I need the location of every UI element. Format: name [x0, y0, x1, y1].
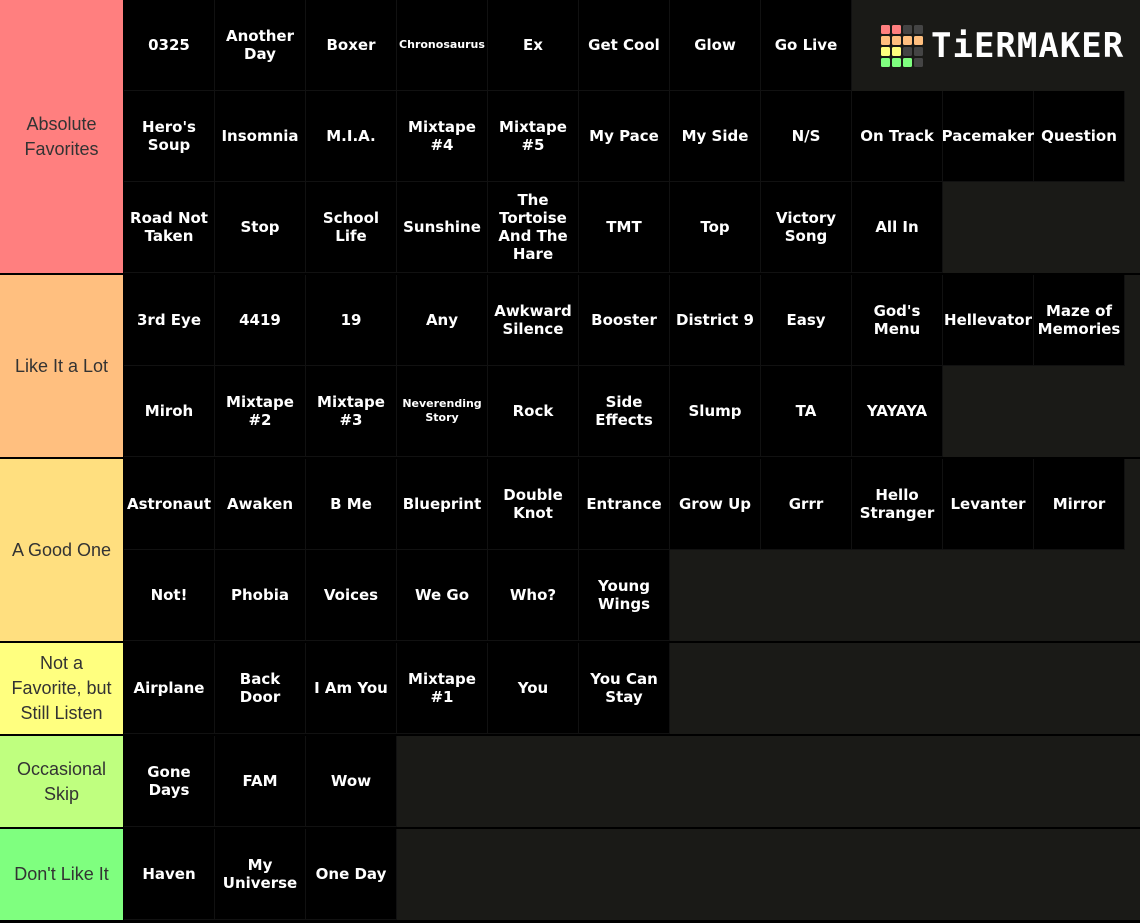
tier-item[interactable]: Blueprint: [397, 459, 488, 550]
tier-item[interactable]: Sunshine: [397, 182, 488, 273]
tier-label[interactable]: Like It a Lot: [0, 275, 124, 457]
tier-item[interactable]: Question: [1034, 91, 1125, 182]
tier-item[interactable]: Haven: [124, 829, 215, 920]
tier-item[interactable]: Entrance: [579, 459, 670, 550]
tier-item[interactable]: 19: [306, 275, 397, 366]
tier-item[interactable]: TMT: [579, 182, 670, 273]
tier-item[interactable]: Another Day: [215, 0, 306, 91]
tier-item[interactable]: Any: [397, 275, 488, 366]
tier-label[interactable]: A Good One: [0, 459, 124, 641]
tier-item[interactable]: You: [488, 643, 579, 734]
tier-items: 0325 Another Day Boxer Chronosaurus Ex Get Co…: [124, 0, 1140, 273]
tier-item[interactable]: Victory Song: [761, 182, 852, 273]
tier-item[interactable]: 4419: [215, 275, 306, 366]
tier-item[interactable]: Awaken: [215, 459, 306, 550]
logo-grid-icon: [881, 24, 923, 67]
tier-item[interactable]: 0325: [124, 0, 215, 91]
tier-item[interactable]: Awkward Silence: [488, 275, 579, 366]
tier-item[interactable]: Not!: [124, 550, 215, 641]
tier-list-board: Absolute Favorites 0325 Another Day Boxer Ch…: [0, 0, 1140, 922]
tier-item[interactable]: Astronaut: [124, 459, 215, 550]
tier-item[interactable]: You Can Stay: [579, 643, 670, 734]
tier-item[interactable]: School Life: [306, 182, 397, 273]
tier-items: Gone Days FAM Wow: [124, 736, 1140, 827]
tier-item[interactable]: The Tortoise And The Hare: [488, 182, 579, 273]
tier-item[interactable]: Glow: [670, 0, 761, 91]
tier-item[interactable]: Easy: [761, 275, 852, 366]
tier-item[interactable]: Get Cool: [579, 0, 670, 91]
tier-item[interactable]: Hello Stranger: [852, 459, 943, 550]
tier-item[interactable]: I Am You: [306, 643, 397, 734]
tier-row: A Good One Astronaut Awaken B Me Blueprint Do…: [0, 459, 1140, 643]
tier-item[interactable]: Booster: [579, 275, 670, 366]
tier-item[interactable]: God's Menu: [852, 275, 943, 366]
tier-item[interactable]: Young Wings: [579, 550, 670, 641]
tier-item[interactable]: Levanter: [943, 459, 1034, 550]
tier-item[interactable]: N/S: [761, 91, 852, 182]
tier-item[interactable]: 3rd Eye: [124, 275, 215, 366]
tier-label[interactable]: Don't Like It: [0, 829, 124, 920]
tier-item[interactable]: Ex: [488, 0, 579, 91]
tier-items: Airplane Back Door I Am You Mixtape #1 You Yo…: [124, 643, 1140, 734]
tier-item[interactable]: B Me: [306, 459, 397, 550]
tiermaker-logo: TiERMAKER: [852, 0, 1137, 91]
tier-item[interactable]: Side Effects: [579, 366, 670, 457]
tier-item[interactable]: My Universe: [215, 829, 306, 920]
tier-item[interactable]: Phobia: [215, 550, 306, 641]
tier-item[interactable]: FAM: [215, 736, 306, 827]
tier-row: Occasional Skip Gone Days FAM Wow: [0, 736, 1140, 829]
tier-item[interactable]: Top: [670, 182, 761, 273]
tier-item[interactable]: TA: [761, 366, 852, 457]
tier-label[interactable]: Absolute Favorites: [0, 0, 124, 273]
tier-item[interactable]: Gone Days: [124, 736, 215, 827]
tier-item[interactable]: Miroh: [124, 366, 215, 457]
tier-label[interactable]: Not a Favorite, but Still Listen: [0, 643, 124, 734]
tier-row: Don't Like It Haven My Universe One Day: [0, 829, 1140, 922]
tier-item[interactable]: Who?: [488, 550, 579, 641]
tier-item[interactable]: Mixtape #3: [306, 366, 397, 457]
tier-item[interactable]: All In: [852, 182, 943, 273]
tier-item[interactable]: Boxer: [306, 0, 397, 91]
tier-item[interactable]: Back Door: [215, 643, 306, 734]
tier-row: Like It a Lot 3rd Eye 4419 19 Any Awkward Sil…: [0, 275, 1140, 459]
tier-item[interactable]: Chronosaurus: [397, 0, 488, 91]
tier-item[interactable]: Rock: [488, 366, 579, 457]
tier-item[interactable]: Mixtape #2: [215, 366, 306, 457]
tier-item[interactable]: Road Not Taken: [124, 182, 215, 273]
tier-item[interactable]: Maze of Memories: [1034, 275, 1125, 366]
tier-items: Astronaut Awaken B Me Blueprint Double Knot E…: [124, 459, 1140, 641]
tier-item[interactable]: Neverending Story: [397, 366, 488, 457]
tier-label[interactable]: Occasional Skip: [0, 736, 124, 827]
tier-item[interactable]: Hellevator: [943, 275, 1034, 366]
tier-item[interactable]: YAYAYA: [852, 366, 943, 457]
tier-item[interactable]: Airplane: [124, 643, 215, 734]
tier-item[interactable]: Mixtape #4: [397, 91, 488, 182]
tier-row: Not a Favorite, but Still Listen Airplane…: [0, 643, 1140, 736]
tier-item[interactable]: My Pace: [579, 91, 670, 182]
tier-item[interactable]: District 9: [670, 275, 761, 366]
tier-item[interactable]: One Day: [306, 829, 397, 920]
tier-item[interactable]: Mixtape #5: [488, 91, 579, 182]
tier-row: Absolute Favorites 0325 Another Day Boxer Ch…: [0, 0, 1140, 275]
logo-text: TiERMAKER: [931, 25, 1125, 66]
tier-item[interactable]: Double Knot: [488, 459, 579, 550]
tier-item[interactable]: Mirror: [1034, 459, 1125, 550]
tier-item[interactable]: Stop: [215, 182, 306, 273]
tier-item[interactable]: On Track: [852, 91, 943, 182]
tier-item[interactable]: Wow: [306, 736, 397, 827]
tier-items: 3rd Eye 4419 19 Any Awkward Silence Booster Di…: [124, 275, 1140, 457]
tier-item[interactable]: Go Live: [761, 0, 852, 91]
tier-item[interactable]: Mixtape #1: [397, 643, 488, 734]
tier-items: Haven My Universe One Day: [124, 829, 1140, 920]
tier-item[interactable]: My Side: [670, 91, 761, 182]
tier-item[interactable]: M.I.A.: [306, 91, 397, 182]
tier-item[interactable]: We Go: [397, 550, 488, 641]
tier-item[interactable]: Slump: [670, 366, 761, 457]
tier-item[interactable]: Insomnia: [215, 91, 306, 182]
tier-item[interactable]: Grow Up: [670, 459, 761, 550]
tier-item[interactable]: Hero's Soup: [124, 91, 215, 182]
tier-item[interactable]: Grrr: [761, 459, 852, 550]
tier-item[interactable]: Pacemaker: [942, 91, 1034, 182]
tier-item[interactable]: Voices: [306, 550, 397, 641]
